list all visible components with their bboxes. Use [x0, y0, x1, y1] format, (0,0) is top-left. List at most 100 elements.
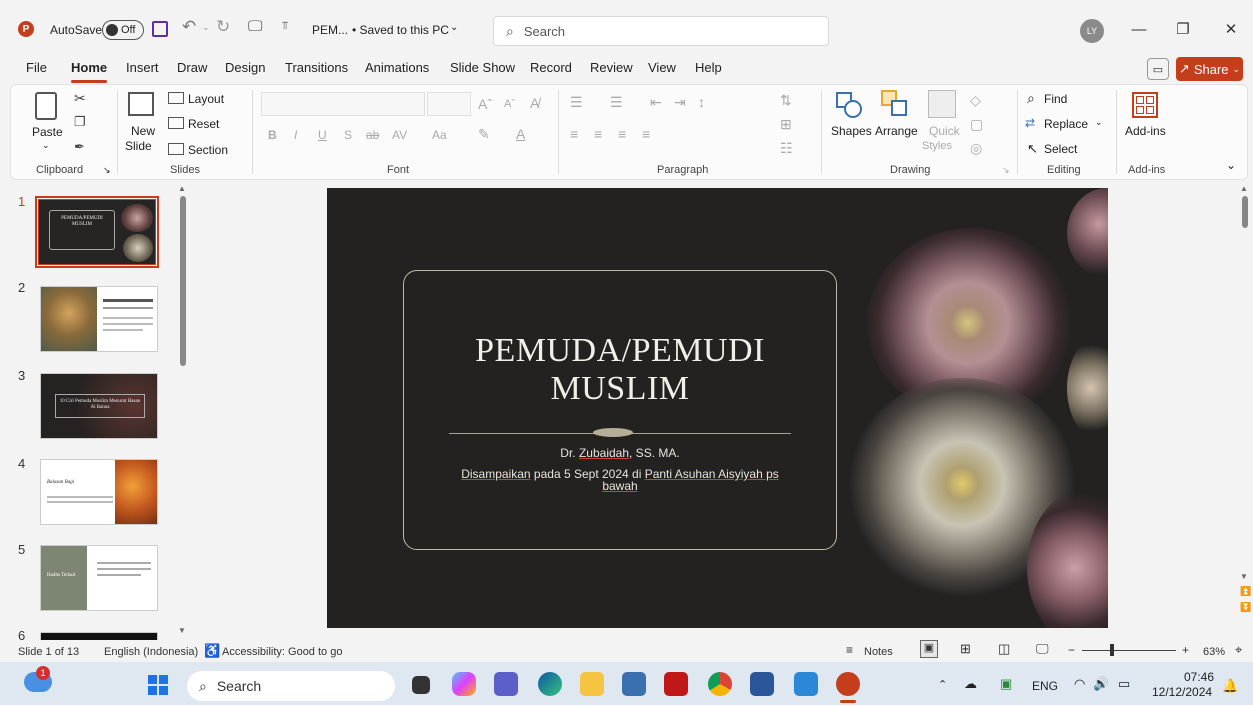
- accessibility-icon[interactable]: ♿: [204, 643, 220, 659]
- tab-view[interactable]: View: [648, 60, 676, 75]
- collapse-ribbon-icon[interactable]: ⌄: [1226, 158, 1236, 172]
- phone-link-icon[interactable]: ▣: [1000, 676, 1012, 692]
- dialog-launcher-icon[interactable]: ↘: [1002, 165, 1010, 176]
- task-view-icon[interactable]: [412, 676, 430, 694]
- cut-icon[interactable]: ✂: [74, 90, 86, 107]
- chrome-icon[interactable]: [708, 672, 732, 696]
- section-icon[interactable]: [168, 143, 184, 155]
- zoom-slider-handle[interactable]: [1110, 644, 1114, 656]
- shape-effects-icon[interactable]: ◎: [970, 140, 982, 157]
- comments-icon[interactable]: ▭: [1147, 58, 1169, 80]
- arrange-button[interactable]: Arrange: [875, 124, 918, 138]
- present-icon[interactable]: 🖵: [248, 18, 262, 35]
- arrange-icon[interactable]: [881, 90, 909, 118]
- wifi-icon[interactable]: ◠: [1074, 676, 1085, 692]
- chevron-down-icon[interactable]: ⌄: [1095, 117, 1103, 128]
- customize-qat-icon[interactable]: ⫪: [282, 20, 288, 33]
- next-slide-icon[interactable]: ⏬: [1240, 602, 1251, 613]
- tab-insert[interactable]: Insert: [126, 60, 159, 75]
- close-icon[interactable]: ✕: [1216, 16, 1246, 42]
- normal-view-icon[interactable]: ▣: [920, 640, 938, 658]
- edge-icon[interactable]: [538, 672, 562, 696]
- scroll-down-arrow-icon[interactable]: ▼: [1240, 572, 1248, 581]
- slideshow-icon[interactable]: 🖵: [1036, 641, 1049, 657]
- slide-subtitle-event[interactable]: Disampaikan pada 5 Sept 2024 di Panti As…: [447, 468, 793, 492]
- replace-button[interactable]: Replace: [1044, 117, 1088, 131]
- quick-styles-icon[interactable]: [928, 90, 956, 118]
- shadow-button[interactable]: S: [344, 128, 352, 142]
- undo-icon[interactable]: ↶: [182, 17, 196, 37]
- share-button[interactable]: ↗ Share ⌄: [1176, 57, 1243, 81]
- slide-title[interactable]: PEMUDA/PEMUDI MUSLIM: [403, 332, 837, 408]
- undo-dropdown-icon[interactable]: ⌄: [202, 22, 210, 33]
- volume-icon[interactable]: 🔊: [1093, 676, 1109, 692]
- slide-subtitle-author[interactable]: Dr. Zubaidah, SS. MA.: [403, 446, 837, 460]
- scroll-up-arrow-icon[interactable]: ▲: [178, 184, 186, 193]
- tab-record[interactable]: Record: [530, 60, 572, 75]
- restore-icon[interactable]: ❐: [1168, 16, 1198, 42]
- document-title[interactable]: PEM...: [312, 23, 348, 37]
- thumbnail-slide-4[interactable]: Balasan Bagi: [40, 459, 158, 525]
- find-icon[interactable]: ⌕: [1027, 90, 1035, 107]
- add-ins-button[interactable]: Add-ins: [1125, 124, 1166, 138]
- copilot-icon[interactable]: [452, 672, 476, 696]
- quick-styles-label-2[interactable]: Styles: [922, 140, 952, 152]
- decrease-indent-icon[interactable]: ⇤: [650, 94, 662, 111]
- reading-view-icon[interactable]: ◫: [998, 641, 1010, 657]
- save-status[interactable]: • Saved to this PC: [352, 23, 449, 37]
- replace-icon[interactable]: ⇄: [1025, 116, 1035, 130]
- zoom-slider[interactable]: [1082, 650, 1176, 651]
- language-indicator[interactable]: English (Indonesia): [104, 646, 198, 658]
- change-case-button[interactable]: Aa: [432, 128, 447, 142]
- thumbnail-scrollbar[interactable]: [180, 196, 186, 366]
- copy-icon[interactable]: ❐: [74, 114, 86, 130]
- chevron-down-icon[interactable]: ⌄: [450, 22, 458, 33]
- thumbnail-slide-3[interactable]: 10 Ciri Pemuda Muslim Menurut Hasan Al B…: [40, 373, 158, 439]
- thumbnail-slide-2[interactable]: [40, 286, 158, 352]
- zoom-level[interactable]: 63%: [1203, 646, 1225, 658]
- clock-date[interactable]: 12/12/2024: [1152, 685, 1212, 699]
- previous-slide-icon[interactable]: ⏫: [1240, 586, 1251, 597]
- new-slide-label-2[interactable]: Slide: [125, 139, 152, 153]
- smartart-icon[interactable]: ☷: [780, 140, 793, 157]
- align-text-icon[interactable]: ⊞: [780, 116, 792, 133]
- powerpoint-taskbar-icon[interactable]: [836, 672, 860, 696]
- align-right-icon[interactable]: ≡: [618, 126, 626, 142]
- battery-icon[interactable]: ▭: [1118, 676, 1130, 692]
- tab-home[interactable]: Home: [71, 60, 107, 75]
- thumbnail-slide-6[interactable]: [40, 632, 158, 640]
- search-box[interactable]: ⌕ Search: [493, 16, 829, 46]
- tab-review[interactable]: Review: [590, 60, 633, 75]
- minimize-icon[interactable]: —: [1124, 16, 1154, 42]
- language-indicator[interactable]: ENG: [1032, 679, 1058, 693]
- align-left-icon[interactable]: ≡: [570, 126, 578, 142]
- accessibility-status[interactable]: Accessibility: Good to go: [222, 646, 342, 658]
- shape-outline-icon[interactable]: ▢: [970, 116, 983, 133]
- layout-button[interactable]: Layout: [188, 92, 224, 106]
- scroll-up-arrow-icon[interactable]: ▲: [1240, 184, 1248, 193]
- notes-icon[interactable]: ≡: [846, 643, 853, 657]
- paste-icon[interactable]: [35, 92, 57, 120]
- format-painter-icon[interactable]: ✒: [74, 139, 85, 155]
- highlight-icon[interactable]: ✎: [478, 126, 490, 143]
- store-icon[interactable]: [622, 672, 646, 696]
- tab-draw[interactable]: Draw: [177, 60, 207, 75]
- zoom-out-button[interactable]: −: [1068, 643, 1075, 657]
- font-name-field[interactable]: [261, 92, 425, 116]
- paste-button[interactable]: Paste: [32, 125, 63, 139]
- thumbnail-slide-1[interactable]: PEMUDA/PEMUDI MUSLIM: [35, 196, 159, 268]
- find-button[interactable]: Find: [1044, 92, 1067, 106]
- slide-sorter-icon[interactable]: ⊞: [960, 641, 971, 657]
- slide-canvas[interactable]: PEMUDA/PEMUDI MUSLIM Dr. Zubaidah, SS. M…: [327, 188, 1108, 628]
- zoom-in-button[interactable]: +: [1182, 643, 1189, 657]
- tab-file[interactable]: File: [26, 60, 47, 75]
- underline-button[interactable]: U: [318, 128, 327, 142]
- start-icon[interactable]: [148, 675, 168, 695]
- increase-indent-icon[interactable]: ⇥: [674, 94, 686, 111]
- layout-icon[interactable]: [168, 92, 184, 104]
- tab-help[interactable]: Help: [695, 60, 722, 75]
- tab-design[interactable]: Design: [225, 60, 265, 75]
- thumbnail-slide-5[interactable]: Hadits Terkait: [40, 545, 158, 611]
- slide-scrollbar[interactable]: [1242, 196, 1248, 228]
- character-spacing-button[interactable]: AV: [392, 128, 407, 142]
